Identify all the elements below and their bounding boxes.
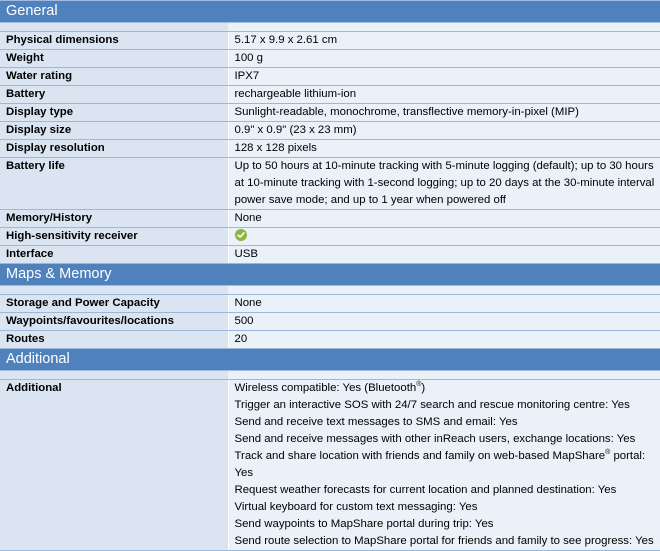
spec-row-additional: Additional Wireless compatible: Yes (Blu… <box>0 379 660 551</box>
feature-line: Send and receive messages with other inR… <box>234 433 636 445</box>
spec-label: Memory/History <box>0 209 229 228</box>
spec-row-battery: Battery rechargeable lithium-ion <box>0 85 660 104</box>
spec-value: 20 <box>228 330 660 349</box>
spec-value: None <box>228 294 660 313</box>
spec-value: rechargeable lithium-ion <box>228 85 660 104</box>
section-header-additional: Additional <box>0 348 660 371</box>
spec-label: Additional <box>0 379 229 551</box>
spec-value: Sunlight-readable, monochrome, transflec… <box>228 103 660 122</box>
section-header-general: General <box>0 0 660 23</box>
spec-value <box>228 227 660 246</box>
spec-value: 100 g <box>228 49 660 68</box>
spec-label: Battery life <box>0 157 229 210</box>
spec-row-weight: Weight 100 g <box>0 49 660 68</box>
feature-line: Send route selection to MapShare portal … <box>234 535 654 547</box>
spec-label: Display size <box>0 121 229 140</box>
spec-label: Battery <box>0 85 229 104</box>
spec-value: Up to 50 hours at 10-minute tracking wit… <box>228 157 660 210</box>
spec-label: Display resolution <box>0 139 229 158</box>
spec-label: Routes <box>0 330 229 349</box>
spec-row-battery-life: Battery life Up to 50 hours at 10-minute… <box>0 157 660 210</box>
spec-value: 0.9" x 0.9" (23 x 23 mm) <box>228 121 660 140</box>
spec-row-water-rating: Water rating IPX7 <box>0 67 660 86</box>
spec-table: General Physical dimensions 5.17 x 9.9 x… <box>0 0 660 551</box>
feature-line: Send waypoints to MapShare portal during… <box>234 518 494 530</box>
spec-value: USB <box>228 245 660 264</box>
spec-label: Display type <box>0 103 229 122</box>
spec-row-high-sensitivity-receiver: High-sensitivity receiver <box>0 227 660 246</box>
spec-row-routes: Routes 20 <box>0 330 660 349</box>
feature-line: Trigger an interactive SOS with 24/7 sea… <box>234 399 630 411</box>
feature-line: Send and receive text messages to SMS an… <box>234 416 518 428</box>
spec-label: Storage and Power Capacity <box>0 294 229 313</box>
spec-row-physical-dimensions: Physical dimensions 5.17 x 9.9 x 2.61 cm <box>0 31 660 50</box>
spec-row-display-type: Display type Sunlight-readable, monochro… <box>0 103 660 122</box>
spec-row-memory-history: Memory/History None <box>0 209 660 228</box>
spec-value: Wireless compatible: Yes (Bluetooth®) Tr… <box>228 379 660 551</box>
spec-row-display-size: Display size 0.9" x 0.9" (23 x 23 mm) <box>0 121 660 140</box>
section-header-maps-memory: Maps & Memory <box>0 263 660 286</box>
section-title: Maps & Memory <box>0 263 660 286</box>
spec-value: 5.17 x 9.9 x 2.61 cm <box>228 31 660 50</box>
spec-row-interface: Interface USB <box>0 245 660 264</box>
spec-label: Waypoints/favourites/locations <box>0 312 229 331</box>
check-circle-icon <box>234 229 247 241</box>
spec-value: 500 <box>228 312 660 331</box>
spec-row-storage-power-capacity: Storage and Power Capacity None <box>0 294 660 313</box>
spec-label: Water rating <box>0 67 229 86</box>
section-title: General <box>0 0 660 23</box>
spec-label: Physical dimensions <box>0 31 229 50</box>
spec-value: 128 x 128 pixels <box>228 139 660 158</box>
feature-line: Wireless compatible: Yes (Bluetooth®) <box>234 381 426 394</box>
feature-line: Track and share location with friends an… <box>234 449 646 479</box>
section-title: Additional <box>0 348 660 371</box>
feature-line: Request weather forecasts for current lo… <box>234 484 617 496</box>
spec-label: High-sensitivity receiver <box>0 227 229 246</box>
spec-label: Weight <box>0 49 229 68</box>
spec-row-display-resolution: Display resolution 128 x 128 pixels <box>0 139 660 158</box>
spec-label: Interface <box>0 245 229 264</box>
spec-row-waypoints: Waypoints/favourites/locations 500 <box>0 312 660 331</box>
spec-value: None <box>228 209 660 228</box>
spec-value: IPX7 <box>228 67 660 86</box>
